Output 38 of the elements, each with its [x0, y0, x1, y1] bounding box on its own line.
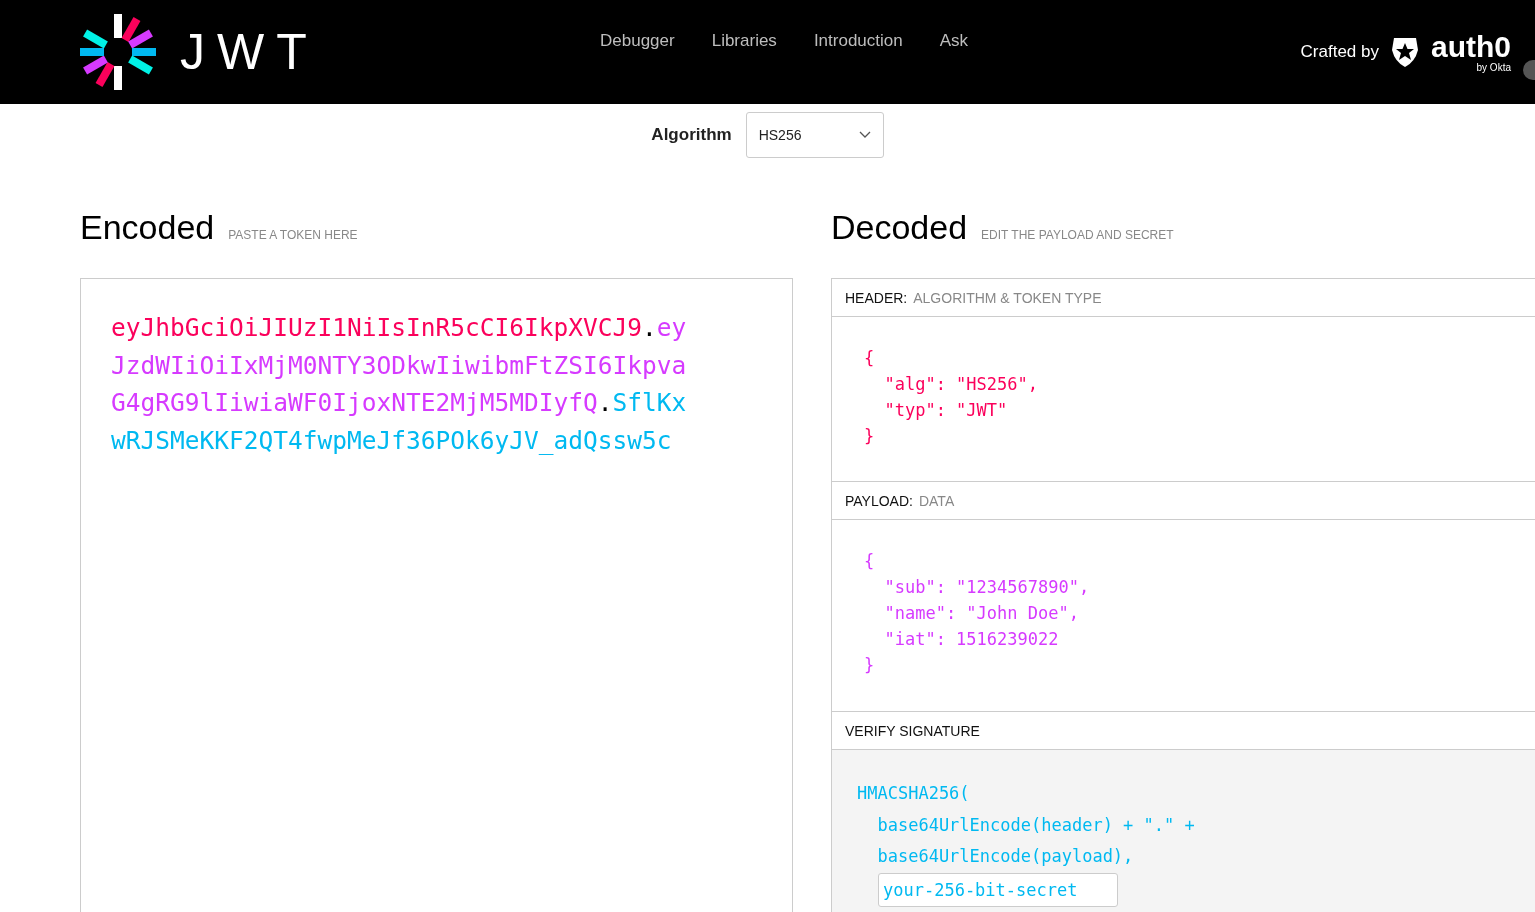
nav-link[interactable]: Libraries [711, 31, 777, 51]
code-line: "alg": "HS256", [883, 373, 1038, 396]
brand-name[interactable]: auth0 [1431, 31, 1511, 62]
code-line: "typ": "JWT" [883, 399, 1008, 422]
code-line: "name": "John Doe", [883, 602, 1079, 625]
section-label: HEADER: [845, 289, 908, 306]
json-editor[interactable]: { "sub": "1234567890", "name": "John Doe", "iat": 1516239022 } [832, 520, 1535, 712]
code-line: } [864, 425, 875, 448]
crafted-by-text: Crafted by [1300, 42, 1379, 62]
encoded-token-field[interactable]: eyJhbGciOiJIUzI1NiIsInR5cCI6IkpXVCJ9.eyJzdWIiOiIxMjM0NTY3ODkwIiwibmFtZSI6IkpvaG4gRG9lIiwiaWF0IjoxNTE2MjM5MDIyfQ.SflKxwRJSMeKKF2QT4fwpMeJf36POk6yJV_adQssw5c [80, 278, 793, 912]
chevron-down-icon [858, 131, 871, 139]
section-label: PAYLOAD: [845, 492, 913, 509]
code-line: HMACSHA256( [857, 782, 970, 805]
decoded-hint: EDIT THE PAYLOAD AND SECRET [981, 228, 1174, 242]
nav-link[interactable]: Introduction [813, 31, 903, 51]
logo-text[interactable]: JWT [180, 23, 319, 81]
section-label: VERIFY SIGNATURE [845, 722, 980, 739]
code-line: base64UrlEncode(header) + "." + [876, 813, 1195, 837]
algorithm-select[interactable]: HS256 [745, 112, 884, 158]
encoded-title: Encoded [80, 208, 215, 247]
code-line: } [864, 654, 875, 677]
shield-star-icon[interactable] [1391, 36, 1419, 68]
decoded-title: Decoded [831, 208, 968, 247]
code-line: { [864, 347, 875, 370]
help-icon[interactable] [1523, 60, 1535, 80]
brand-subtitle: by Okta [1476, 61, 1511, 73]
code-line: base64UrlEncode(payload), [876, 845, 1134, 868]
code-line: "iat": 1516239022 [883, 628, 1059, 651]
nav-link[interactable]: Ask [939, 31, 969, 51]
asterisk-logo-icon[interactable] [80, 14, 156, 90]
code-line: { [864, 550, 875, 573]
section-sublabel: DATA [918, 492, 955, 509]
json-editor[interactable]: { "alg": "HS256", "typ": "JWT" } [832, 317, 1535, 482]
section-sublabel: ALGORITHM & TOKEN TYPE [913, 289, 1102, 306]
encoded-hint: PASTE A TOKEN HERE [228, 228, 358, 242]
code-line: "sub": "1234567890", [883, 576, 1090, 599]
algorithm-label: Algorithm [651, 125, 732, 145]
nav-link[interactable]: Debugger [600, 31, 675, 51]
